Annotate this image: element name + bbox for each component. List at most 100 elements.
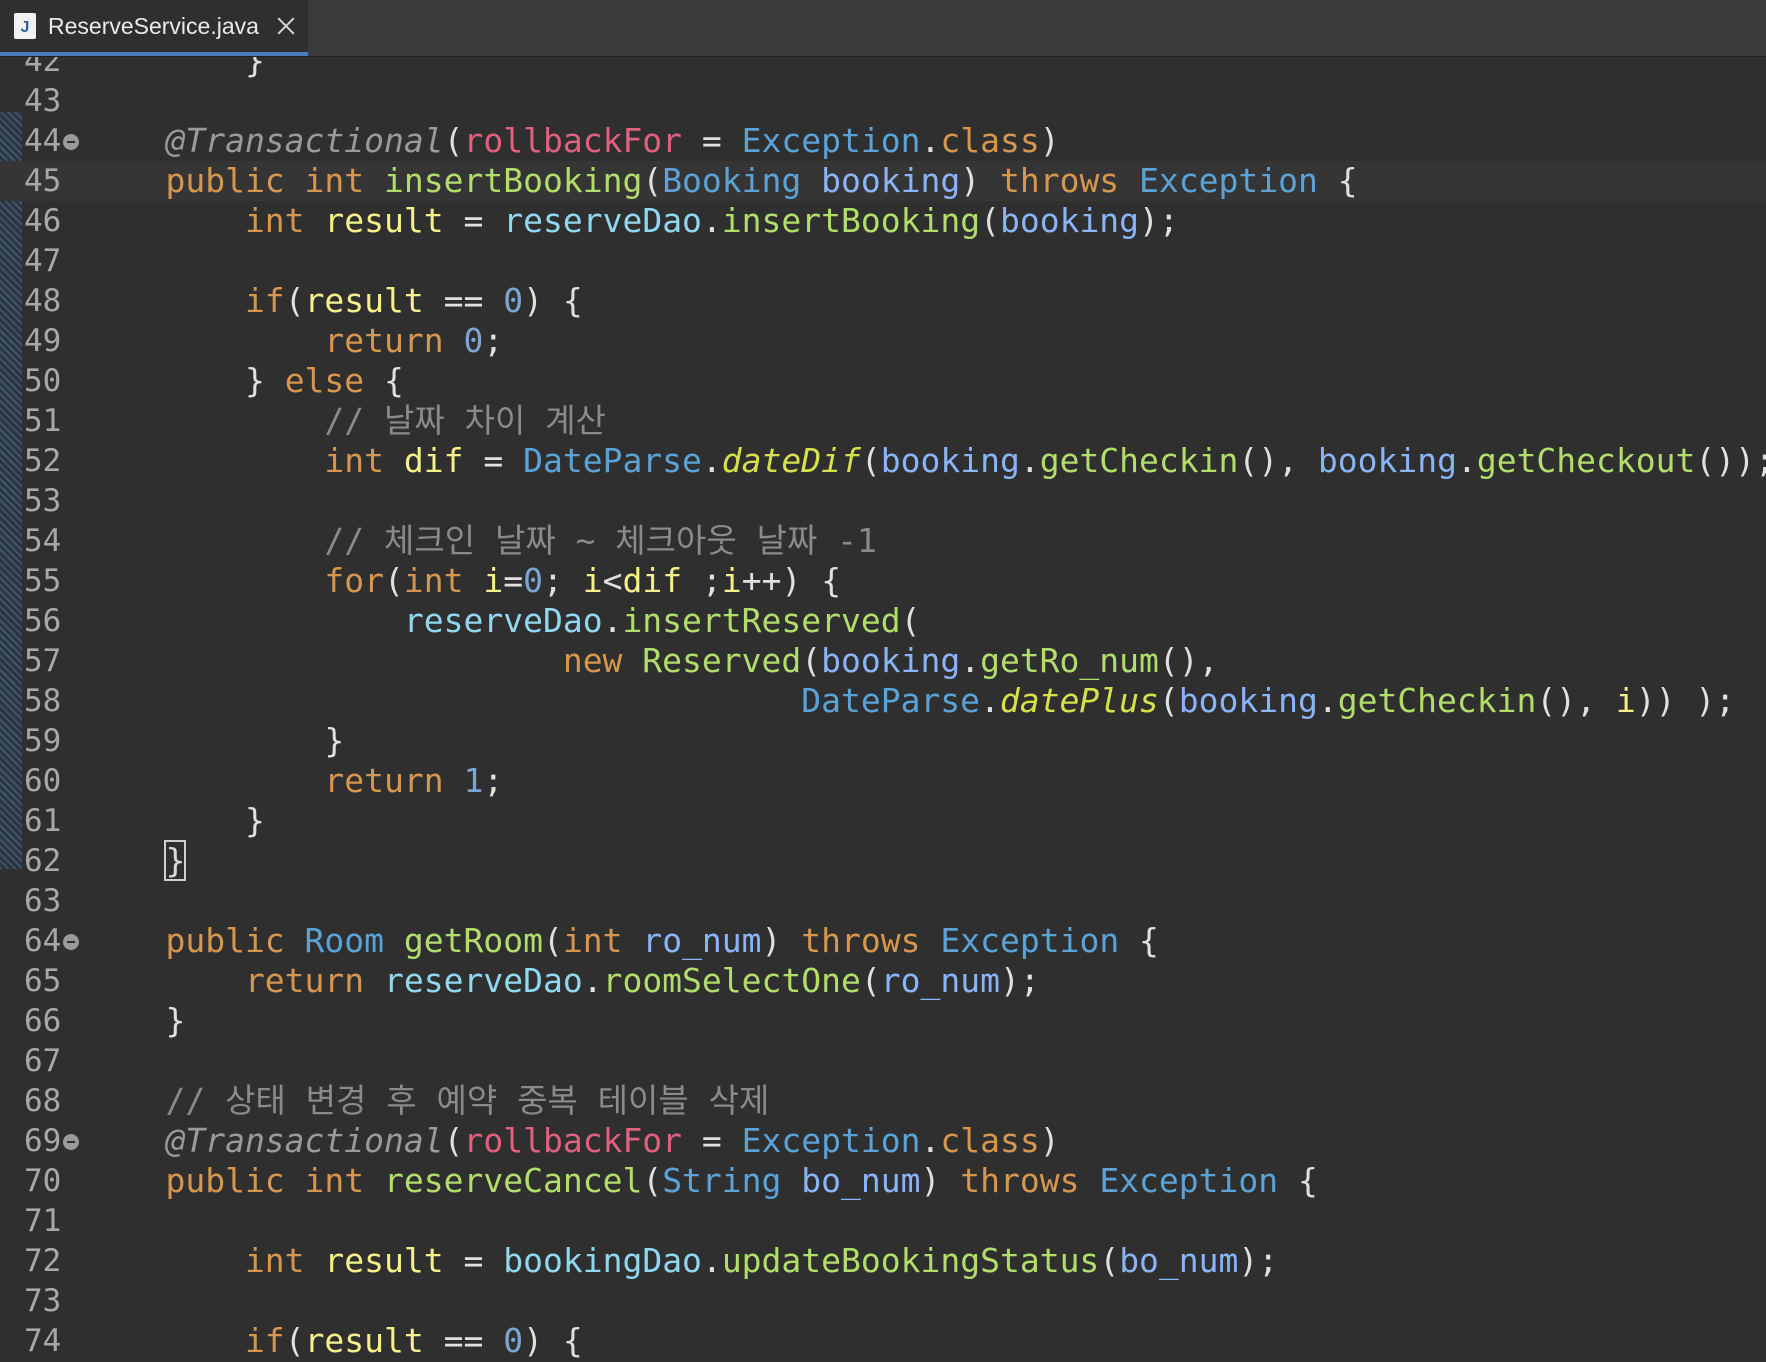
code-text[interactable]: for(int i=0; i<dif ;i++) {	[86, 561, 841, 601]
code-line[interactable]: 42 }	[0, 57, 1766, 81]
code-token: int	[86, 1241, 325, 1280]
code-token: booking	[821, 641, 961, 680]
code-token: 0	[463, 321, 484, 360]
code-line[interactable]: 45 public int insertBooking(Booking book…	[0, 161, 1766, 201]
code-token: .	[920, 121, 941, 160]
line-number: 73	[24, 1283, 62, 1319]
code-text[interactable]: }	[86, 840, 187, 881]
code-line[interactable]: 60 return 1;	[0, 761, 1766, 801]
code-line[interactable]: 66 }	[0, 1001, 1766, 1041]
code-text[interactable]: DateParse.datePlus(booking.getCheckin(),…	[86, 681, 1735, 721]
code-text[interactable]: reserveDao.insertReserved(	[86, 601, 921, 641]
code-text[interactable]: public Room getRoom(int ro_num) throws E…	[86, 921, 1158, 961]
code-token: Reserved	[642, 641, 802, 680]
code-token: getRo_num	[980, 641, 1159, 680]
code-line[interactable]: 57 new Reserved(booking.getRo_num(),	[0, 641, 1766, 681]
code-token: (	[1158, 681, 1179, 720]
code-token: );	[999, 961, 1040, 1000]
code-line[interactable]: 50 } else {	[0, 361, 1766, 401]
code-token: Exception	[1099, 1161, 1279, 1200]
code-text[interactable]: @Transactional(rollbackFor = Exception.c…	[86, 1121, 1059, 1161]
tab-reserveservice-java[interactable]: J ReserveService.java	[0, 0, 308, 56]
code-line[interactable]: 74 if(result == 0) {	[0, 1321, 1766, 1361]
code-line[interactable]: 44 @Transactional(rollbackFor = Exceptio…	[0, 121, 1766, 161]
code-text[interactable]: if(result == 0) {	[86, 281, 583, 321]
line-number: 54	[24, 523, 62, 559]
line-number: 65	[24, 963, 62, 999]
code-token: int	[86, 201, 325, 240]
fold-collapse-icon[interactable]	[63, 1134, 79, 1150]
code-line[interactable]: 43	[0, 81, 1766, 121]
code-token: =	[503, 561, 524, 600]
code-line[interactable]: 72 int result = bookingDao.updateBooking…	[0, 1241, 1766, 1281]
code-line[interactable]: 65 return reserveDao.roomSelectOne(ro_nu…	[0, 961, 1766, 1001]
code-token: (	[801, 641, 822, 680]
code-token: }	[164, 840, 187, 881]
code-text[interactable]: // 상태 변경 후 예약 중복 테이블 삭제	[86, 1081, 769, 1121]
code-text[interactable]: public int reserveCancel(String bo_num) …	[86, 1161, 1317, 1201]
code-line[interactable]: 48 if(result == 0) {	[0, 281, 1766, 321]
line-number: 64	[24, 923, 62, 959]
code-line[interactable]: 64 public Room getRoom(int ro_num) throw…	[0, 921, 1766, 961]
code-token: ==	[423, 281, 504, 320]
code-line[interactable]: 56 reserveDao.insertReserved(	[0, 601, 1766, 641]
code-token: reserveCancel	[384, 1161, 643, 1200]
code-line[interactable]: 54 // 체크인 날짜 ~ 체크아웃 날짜 -1	[0, 521, 1766, 561]
code-line[interactable]: 61 }	[0, 801, 1766, 841]
code-line[interactable]: 63	[0, 881, 1766, 921]
code-line[interactable]: 62 }	[0, 840, 1766, 881]
fold-collapse-icon[interactable]	[63, 134, 79, 150]
line-number: 66	[24, 1003, 62, 1039]
code-line[interactable]: 46 int result = reserveDao.insertBooking…	[0, 201, 1766, 241]
code-text[interactable]: new Reserved(booking.getRo_num(),	[86, 641, 1219, 681]
code-line[interactable]: 71	[0, 1201, 1766, 1241]
code-line[interactable]: 67	[0, 1041, 1766, 1081]
code-text[interactable]: }	[86, 1001, 185, 1041]
code-text[interactable]: // 날짜 차이 계산	[86, 401, 606, 441]
line-number: 46	[24, 203, 62, 239]
code-text[interactable]: return 1;	[86, 761, 503, 801]
code-text[interactable]: // 체크인 날짜 ~ 체크아웃 날짜 -1	[86, 521, 877, 561]
code-line[interactable]: 59 }	[0, 721, 1766, 761]
line-number: 69	[24, 1123, 62, 1159]
code-text[interactable]: public int insertBooking(Booking booking…	[86, 161, 1358, 201]
code-token: .	[701, 1241, 722, 1280]
code-line[interactable]: 58 DateParse.datePlus(booking.getCheckin…	[0, 681, 1766, 721]
code-text[interactable]: return reserveDao.roomSelectOne(ro_num);	[86, 961, 1040, 1001]
code-token: (	[642, 161, 663, 200]
code-text[interactable]: int result = reserveDao.insertBooking(bo…	[86, 201, 1179, 241]
code-token: throws	[801, 921, 941, 960]
code-token: ;	[682, 561, 722, 600]
code-editor[interactable]: 42 } 43 44 @Transactional(rollbackFor = Ex…	[0, 57, 1766, 1362]
fold-collapse-icon[interactable]	[63, 934, 79, 950]
code-line[interactable]: 70 public int reserveCancel(String bo_nu…	[0, 1161, 1766, 1201]
code-token: .	[602, 601, 623, 640]
code-line[interactable]: 51 // 날짜 차이 계산	[0, 401, 1766, 441]
code-token: {	[1317, 161, 1358, 200]
code-token: insertReserved	[622, 601, 901, 640]
code-line[interactable]: 69 @Transactional(rollbackFor = Exceptio…	[0, 1121, 1766, 1161]
code-lines[interactable]: 42 } 43 44 @Transactional(rollbackFor = Ex…	[0, 57, 1766, 1362]
code-line[interactable]: 49 return 0;	[0, 321, 1766, 361]
code-text[interactable]: }	[86, 57, 265, 81]
code-text[interactable]: int dif = DateParse.dateDif(booking.getC…	[86, 441, 1766, 481]
code-line[interactable]: 55 for(int i=0; i<dif ;i++) {	[0, 561, 1766, 601]
code-line[interactable]: 68 // 상태 변경 후 예약 중복 테이블 삭제	[0, 1081, 1766, 1121]
code-token: dif	[403, 441, 464, 480]
line-number: 53	[24, 483, 62, 519]
code-line[interactable]: 52 int dif = DateParse.dateDif(booking.g…	[0, 441, 1766, 481]
code-text[interactable]: }	[86, 721, 344, 761]
code-token: 0	[503, 1321, 524, 1360]
code-token: return	[86, 761, 464, 800]
code-line[interactable]: 73	[0, 1281, 1766, 1321]
code-line[interactable]: 47	[0, 241, 1766, 281]
code-text[interactable]: return 0;	[86, 321, 503, 361]
code-text[interactable]: int result = bookingDao.updateBookingSta…	[86, 1241, 1278, 1281]
code-token: }	[86, 57, 265, 80]
code-text[interactable]: if(result == 0) {	[86, 1321, 583, 1361]
code-text[interactable]: @Transactional(rollbackFor = Exception.c…	[86, 121, 1059, 161]
close-icon[interactable]	[275, 15, 297, 37]
code-text[interactable]: }	[86, 801, 265, 841]
code-text[interactable]: } else {	[86, 361, 404, 401]
code-line[interactable]: 53	[0, 481, 1766, 521]
